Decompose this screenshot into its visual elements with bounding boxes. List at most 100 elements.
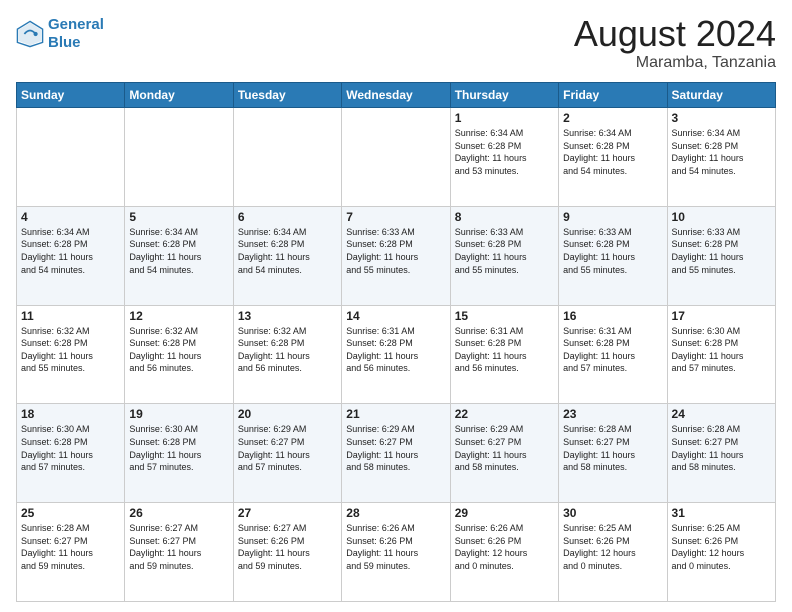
table-row: 24 Sunrise: 6:28 AMSunset: 6:27 PMDayligh…	[667, 404, 775, 503]
day-content: Sunrise: 6:27 AMSunset: 6:27 PMDaylight:…	[129, 522, 228, 572]
calendar-week-row: 4 Sunrise: 6:34 AMSunset: 6:28 PMDaylight…	[17, 206, 776, 305]
day-content: Sunrise: 6:31 AMSunset: 6:28 PMDaylight:…	[455, 325, 554, 375]
day-content: Sunrise: 6:34 AMSunset: 6:28 PMDaylight:…	[672, 127, 771, 177]
day-number: 4	[21, 210, 120, 224]
day-number: 24	[672, 407, 771, 421]
logo-general: General	[48, 16, 104, 33]
day-content: Sunrise: 6:30 AMSunset: 6:28 PMDaylight:…	[129, 423, 228, 473]
table-row: 26 Sunrise: 6:27 AMSunset: 6:27 PMDayligh…	[125, 503, 233, 602]
table-row	[233, 108, 341, 207]
day-content: Sunrise: 6:29 AMSunset: 6:27 PMDaylight:…	[346, 423, 445, 473]
table-row: 13 Sunrise: 6:32 AMSunset: 6:28 PMDayligh…	[233, 305, 341, 404]
day-content: Sunrise: 6:27 AMSunset: 6:26 PMDaylight:…	[238, 522, 337, 572]
day-number: 16	[563, 309, 662, 323]
table-row: 2 Sunrise: 6:34 AMSunset: 6:28 PMDaylight…	[559, 108, 667, 207]
day-content: Sunrise: 6:34 AMSunset: 6:28 PMDaylight:…	[129, 226, 228, 276]
col-sunday: Sunday	[17, 83, 125, 108]
day-content: Sunrise: 6:34 AMSunset: 6:28 PMDaylight:…	[21, 226, 120, 276]
table-row: 10 Sunrise: 6:33 AMSunset: 6:28 PMDayligh…	[667, 206, 775, 305]
table-row	[125, 108, 233, 207]
calendar-week-row: 11Sunrise: 6:32 AMSunset: 6:28 PMDayligh…	[17, 305, 776, 404]
day-content: Sunrise: 6:32 AMSunset: 6:28 PMDaylight:…	[21, 325, 120, 375]
table-row: 19 Sunrise: 6:30 AMSunset: 6:28 PMDayligh…	[125, 404, 233, 503]
table-row: 14 Sunrise: 6:31 AMSunset: 6:28 PMDayligh…	[342, 305, 450, 404]
table-row: 27 Sunrise: 6:27 AMSunset: 6:26 PMDayligh…	[233, 503, 341, 602]
logo-icon	[16, 20, 44, 48]
table-row: 1 Sunrise: 6:34 AMSunset: 6:28 PMDaylight…	[450, 108, 558, 207]
day-number: 17	[672, 309, 771, 323]
day-content: Sunrise: 6:30 AMSunset: 6:28 PMDaylight:…	[21, 423, 120, 473]
calendar-week-row: 25Sunrise: 6:28 AMSunset: 6:27 PMDayligh…	[17, 503, 776, 602]
day-number: 9	[563, 210, 662, 224]
day-content: Sunrise: 6:29 AMSunset: 6:27 PMDaylight:…	[238, 423, 337, 473]
col-wednesday: Wednesday	[342, 83, 450, 108]
day-number: 10	[672, 210, 771, 224]
day-content: Sunrise: 6:29 AMSunset: 6:27 PMDaylight:…	[455, 423, 554, 473]
day-number: 3	[672, 111, 771, 125]
table-row	[17, 108, 125, 207]
table-row: 22 Sunrise: 6:29 AMSunset: 6:27 PMDayligh…	[450, 404, 558, 503]
day-number: 30	[563, 506, 662, 520]
day-content: Sunrise: 6:34 AMSunset: 6:28 PMDaylight:…	[455, 127, 554, 177]
day-number: 21	[346, 407, 445, 421]
day-number: 19	[129, 407, 228, 421]
calendar-week-row: 1 Sunrise: 6:34 AMSunset: 6:28 PMDaylight…	[17, 108, 776, 207]
day-content: Sunrise: 6:25 AMSunset: 6:26 PMDaylight:…	[672, 522, 771, 572]
day-number: 26	[129, 506, 228, 520]
table-row: 17 Sunrise: 6:30 AMSunset: 6:28 PMDayligh…	[667, 305, 775, 404]
day-number: 1	[455, 111, 554, 125]
calendar-week-row: 18 Sunrise: 6:30 AMSunset: 6:28 PMDayligh…	[17, 404, 776, 503]
day-number: 12	[129, 309, 228, 323]
location-title: Maramba, Tanzania	[574, 54, 776, 72]
day-content: Sunrise: 6:26 AMSunset: 6:26 PMDaylight:…	[346, 522, 445, 572]
logo-text: General Blue	[48, 16, 104, 52]
day-content: Sunrise: 6:31 AMSunset: 6:28 PMDaylight:…	[346, 325, 445, 375]
table-row: 12 Sunrise: 6:32 AMSunset: 6:28 PMDayligh…	[125, 305, 233, 404]
day-content: Sunrise: 6:25 AMSunset: 6:26 PMDaylight:…	[563, 522, 662, 572]
month-title: August 2024	[574, 16, 776, 52]
day-number: 28	[346, 506, 445, 520]
table-row: 20Sunrise: 6:29 AMSunset: 6:27 PMDayligh…	[233, 404, 341, 503]
day-number: 14	[346, 309, 445, 323]
table-row: 11Sunrise: 6:32 AMSunset: 6:28 PMDayligh…	[17, 305, 125, 404]
title-block: August 2024 Maramba, Tanzania	[574, 16, 776, 72]
col-monday: Monday	[125, 83, 233, 108]
table-row: 28 Sunrise: 6:26 AMSunset: 6:26 PMDayligh…	[342, 503, 450, 602]
day-number: 15	[455, 309, 554, 323]
day-content: Sunrise: 6:32 AMSunset: 6:28 PMDaylight:…	[238, 325, 337, 375]
day-number: 22	[455, 407, 554, 421]
day-number: 27	[238, 506, 337, 520]
day-content: Sunrise: 6:28 AMSunset: 6:27 PMDaylight:…	[672, 423, 771, 473]
table-row: 30 Sunrise: 6:25 AMSunset: 6:26 PMDayligh…	[559, 503, 667, 602]
table-row: 7 Sunrise: 6:33 AMSunset: 6:28 PMDaylight…	[342, 206, 450, 305]
day-number: 18	[21, 407, 120, 421]
table-row: 3 Sunrise: 6:34 AMSunset: 6:28 PMDaylight…	[667, 108, 775, 207]
day-number: 29	[455, 506, 554, 520]
table-row: 4 Sunrise: 6:34 AMSunset: 6:28 PMDaylight…	[17, 206, 125, 305]
table-row: 8Sunrise: 6:33 AMSunset: 6:28 PMDaylight…	[450, 206, 558, 305]
day-content: Sunrise: 6:33 AMSunset: 6:28 PMDaylight:…	[346, 226, 445, 276]
day-number: 13	[238, 309, 337, 323]
table-row: 21 Sunrise: 6:29 AMSunset: 6:27 PMDayligh…	[342, 404, 450, 503]
header: General Blue August 2024 Maramba, Tanzan…	[16, 16, 776, 72]
day-content: Sunrise: 6:31 AMSunset: 6:28 PMDaylight:…	[563, 325, 662, 375]
day-number: 2	[563, 111, 662, 125]
day-content: Sunrise: 6:32 AMSunset: 6:28 PMDaylight:…	[129, 325, 228, 375]
day-content: Sunrise: 6:28 AMSunset: 6:27 PMDaylight:…	[563, 423, 662, 473]
day-content: Sunrise: 6:30 AMSunset: 6:28 PMDaylight:…	[672, 325, 771, 375]
day-number: 7	[346, 210, 445, 224]
page: General Blue August 2024 Maramba, Tanzan…	[0, 0, 792, 612]
day-content: Sunrise: 6:33 AMSunset: 6:28 PMDaylight:…	[672, 226, 771, 276]
table-row	[342, 108, 450, 207]
table-row: 9 Sunrise: 6:33 AMSunset: 6:28 PMDaylight…	[559, 206, 667, 305]
table-row: 23Sunrise: 6:28 AMSunset: 6:27 PMDayligh…	[559, 404, 667, 503]
col-friday: Friday	[559, 83, 667, 108]
day-content: Sunrise: 6:33 AMSunset: 6:28 PMDaylight:…	[563, 226, 662, 276]
day-number: 5	[129, 210, 228, 224]
day-number: 25	[21, 506, 120, 520]
col-saturday: Saturday	[667, 83, 775, 108]
table-row: 15 Sunrise: 6:31 AMSunset: 6:28 PMDayligh…	[450, 305, 558, 404]
day-content: Sunrise: 6:34 AMSunset: 6:28 PMDaylight:…	[563, 127, 662, 177]
table-row: 5 Sunrise: 6:34 AMSunset: 6:28 PMDaylight…	[125, 206, 233, 305]
day-number: 6	[238, 210, 337, 224]
